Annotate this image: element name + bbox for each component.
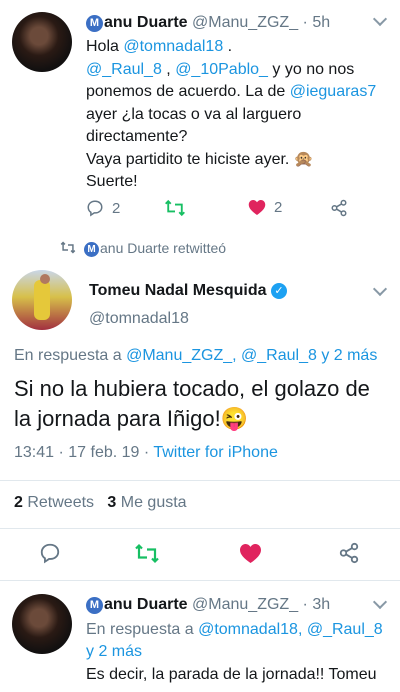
mention-link[interactable]: @tomnadal18: [123, 38, 223, 55]
retweet-icon: [165, 199, 185, 217]
reply-icon: [40, 543, 60, 564]
source-link[interactable]: Twitter for iPhone: [153, 444, 278, 461]
timestamp: 13:41 · 17 feb. 19 ·: [14, 444, 154, 461]
share-button[interactable]: [330, 199, 348, 217]
divider: [0, 480, 400, 481]
reply-context: En respuesta a @Manu_ZGZ_, @_Raul_8 y 2 …: [14, 347, 378, 364]
mention-link[interactable]: @ieguaras7: [290, 83, 377, 100]
avatar[interactable]: [12, 270, 72, 330]
tweet-text: Si no la hubiera tocado, el golazo de la…: [14, 376, 370, 431]
display-name[interactable]: Tomeu Nadal Mesquida: [89, 282, 267, 299]
divider: [0, 528, 400, 529]
display-name[interactable]: anu Duarte: [104, 596, 188, 613]
like-button[interactable]: 2: [248, 199, 282, 216]
display-name[interactable]: anu Duarte: [104, 14, 188, 31]
verified-icon: ✓: [270, 283, 287, 299]
reply-button[interactable]: 2: [86, 199, 120, 217]
timestamp: · 3h: [302, 596, 331, 613]
timestamp: · 5h: [302, 14, 331, 31]
retweet-button[interactable]: [134, 543, 160, 564]
author-name-row: Tomeu Nadal Mesquida ✓: [89, 282, 287, 300]
tweet-text: Hola @tomnadal18 . @_Raul_8 , @_10Pablo_…: [86, 38, 377, 190]
share-icon: [331, 199, 347, 217]
retweet-button[interactable]: [164, 199, 186, 217]
reply-count: 2: [112, 199, 121, 217]
heart-icon: [240, 543, 261, 564]
reply-context: En respuesta a @tomnadal18, @_Raul_8 y 2…: [86, 621, 383, 660]
avatar[interactable]: [12, 594, 72, 654]
engagement-stats: 2 Retweets 3 Me gusta: [14, 494, 187, 512]
retweet-label: anu Duarte retwitteó: [100, 240, 227, 256]
divider: [0, 580, 400, 581]
like-button[interactable]: [239, 543, 262, 564]
chevron-down-icon[interactable]: [372, 594, 388, 610]
badge-m-icon: M: [84, 242, 99, 257]
retweet-icon: [135, 543, 159, 564]
like-count: 2: [274, 199, 283, 216]
mention-link[interactable]: @_Raul_8: [86, 61, 162, 78]
mention-link[interactable]: @tomnadal18, @_Raul_8: [198, 621, 383, 638]
tweet-text: Es decir, la parada de la jornada!! Tome…: [86, 666, 377, 683]
chevron-down-icon[interactable]: [372, 281, 388, 297]
mention-link[interactable]: @Manu_ZGZ_, @_Raul_8 y 2 más: [126, 347, 377, 364]
tweet-header: Manu Duarte @Manu_ZGZ_ · 5h: [86, 14, 330, 32]
retweets-stat[interactable]: 2 Retweets: [14, 494, 94, 511]
reply-button[interactable]: [39, 542, 61, 564]
chevron-down-icon[interactable]: [372, 11, 388, 27]
share-button[interactable]: [338, 542, 360, 564]
mention-link[interactable]: @_10Pablo_: [175, 61, 268, 78]
tweet-header: Manu Duarte @Manu_ZGZ_ · 3h: [86, 596, 330, 614]
handle[interactable]: @Manu_ZGZ_: [192, 596, 298, 613]
timestamp-row: 13:41 · 17 feb. 19 · Twitter for iPhone: [14, 444, 278, 462]
retweet-context: Manu Duarte retwitteó: [60, 240, 226, 257]
reply-icon: [87, 200, 103, 217]
handle[interactable]: @tomnadal18: [89, 310, 189, 328]
likes-stat[interactable]: 3 Me gusta: [107, 494, 186, 511]
retweet-icon: [60, 241, 76, 254]
handle[interactable]: @Manu_ZGZ_: [192, 14, 298, 31]
badge-m-icon: M: [86, 597, 103, 614]
mention-link[interactable]: y 2 más: [86, 643, 142, 660]
heart-icon: [248, 200, 266, 215]
share-icon: [339, 542, 359, 564]
badge-m-icon: M: [86, 15, 103, 32]
avatar[interactable]: [12, 12, 72, 72]
